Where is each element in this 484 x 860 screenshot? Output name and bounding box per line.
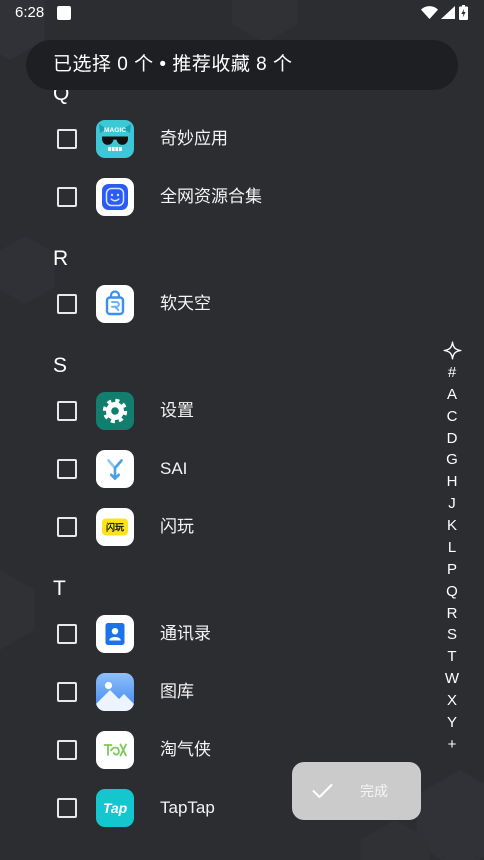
app-name: 软天空 [160, 294, 211, 313]
index-letter[interactable]: C [440, 406, 464, 428]
app-checkbox[interactable] [57, 517, 77, 537]
index-letter[interactable]: A [440, 384, 464, 406]
app-checkbox[interactable] [57, 129, 77, 149]
app-list[interactable]: Q MAGIC 奇妙应用 全网资源合集 R 软天空 S 设置 SAI 闪玩 闪玩… [0, 61, 484, 860]
settings-gear-icon [96, 392, 134, 430]
done-button[interactable]: 完成 [292, 762, 421, 820]
app-row-ruantiankong[interactable]: 软天空 [0, 275, 484, 333]
all-resources-icon [96, 178, 134, 216]
section-header-r: R [0, 226, 484, 275]
index-letter[interactable]: P [440, 559, 464, 581]
app-checkbox[interactable] [57, 459, 77, 479]
index-letter[interactable]: K [440, 515, 464, 537]
battery-charging-icon [459, 5, 468, 25]
app-checkbox[interactable] [57, 798, 77, 818]
selection-summary-banner: 已选择 0 个 • 推荐收藏 8 个 [26, 40, 458, 90]
index-letter[interactable]: T [440, 646, 464, 668]
index-letter[interactable]: L [440, 537, 464, 559]
app-row-shanwan[interactable]: 闪玩 闪玩 [0, 498, 484, 556]
app-name: SAI [160, 459, 188, 478]
status-time: 6:28 [15, 4, 45, 21]
index-letter[interactable]: S [440, 624, 464, 646]
app-name: 淘气侠 [160, 740, 211, 759]
contacts-icon [96, 615, 134, 653]
app-checkbox[interactable] [57, 682, 77, 702]
index-letter[interactable]: + [440, 734, 464, 756]
app-name: 通讯录 [160, 624, 211, 643]
app-row-gallery[interactable]: 图库 [0, 663, 484, 721]
app-row-magic[interactable]: MAGIC 奇妙应用 [0, 110, 484, 168]
magic-app-icon: MAGIC [96, 120, 134, 158]
magic-logo-text: MAGIC [104, 127, 126, 134]
section-header-t: T [0, 556, 484, 605]
alphabet-index[interactable]: # A C D G H J K L P Q R S T W X Y + [440, 340, 464, 756]
app-name: 全网资源合集 [160, 187, 262, 206]
index-letter[interactable]: Y [440, 712, 464, 734]
status-bar: 6:28 [0, 0, 484, 26]
app-row-contacts[interactable]: 通讯录 [0, 605, 484, 663]
section-letter: S [53, 354, 68, 377]
signal-icon [441, 6, 455, 24]
sai-icon [96, 450, 134, 488]
app-name: TapTap [160, 798, 215, 817]
done-button-label: 完成 [360, 783, 388, 799]
section-letter: T [53, 577, 66, 600]
app-checkbox[interactable] [57, 740, 77, 760]
index-letter[interactable]: Q [440, 581, 464, 603]
app-checkbox[interactable] [57, 294, 77, 314]
index-letter[interactable]: R [440, 603, 464, 625]
app-name: 设置 [160, 401, 194, 420]
shanwan-icon: 闪玩 [96, 508, 134, 546]
shanwan-logo-text: 闪玩 [106, 521, 124, 532]
index-letter[interactable]: H [440, 471, 464, 493]
app-name: 奇妙应用 [160, 129, 228, 148]
section-header-s: S [0, 333, 484, 382]
app-row-settings[interactable]: 设置 [0, 382, 484, 440]
app-checkbox[interactable] [57, 624, 77, 644]
index-letter[interactable]: X [440, 690, 464, 712]
app-row-all-resources[interactable]: 全网资源合集 [0, 168, 484, 226]
app-name: 闪玩 [160, 517, 194, 536]
index-letter[interactable]: D [440, 428, 464, 450]
check-icon [312, 783, 333, 804]
app-name: 图库 [160, 682, 194, 701]
index-letter[interactable]: G [440, 449, 464, 471]
index-letter[interactable]: # [440, 362, 464, 384]
index-letter[interactable]: J [440, 493, 464, 515]
selection-summary-text: 已选择 0 个 • 推荐收藏 8 个 [53, 54, 293, 75]
taptap-icon: Tap [96, 789, 134, 827]
section-letter: R [53, 247, 69, 270]
app-checkbox[interactable] [57, 187, 77, 207]
ruantiankong-icon [96, 285, 134, 323]
gallery-icon [96, 673, 134, 711]
taoqixia-icon [96, 731, 134, 769]
sparkle-star-icon[interactable] [440, 340, 464, 362]
app-row-sai[interactable]: SAI [0, 440, 484, 498]
notification-square-icon [57, 6, 71, 20]
index-letter[interactable]: W [440, 668, 464, 690]
wifi-icon [421, 6, 438, 24]
taptap-logo-text: Tap [103, 800, 128, 816]
app-checkbox[interactable] [57, 401, 77, 421]
